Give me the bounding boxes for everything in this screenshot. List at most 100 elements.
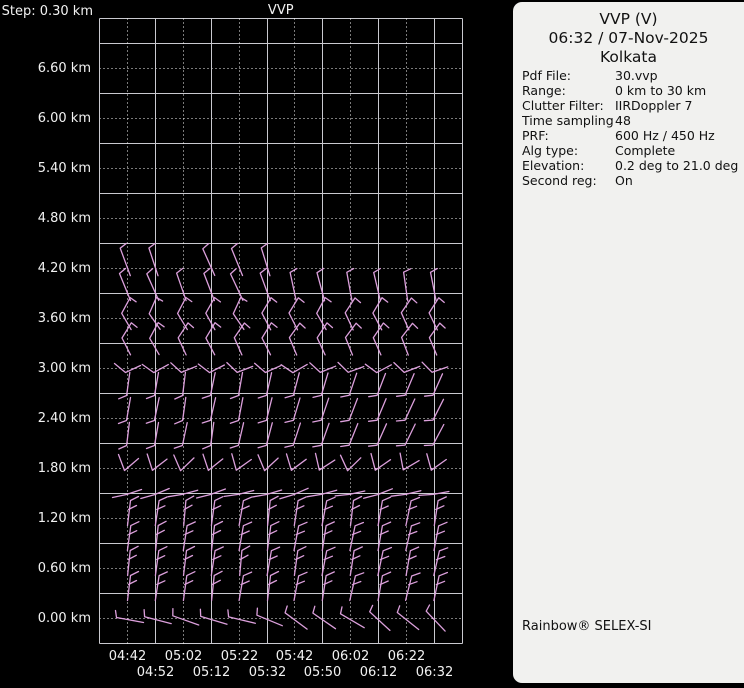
wind-barb <box>210 520 224 552</box>
wind-barb <box>182 571 196 602</box>
wind-barb <box>405 546 420 577</box>
info-value: 48 <box>615 113 631 128</box>
wind-barb <box>423 373 444 397</box>
wind-barb <box>154 520 167 552</box>
wind-barb <box>203 267 216 302</box>
wind-barb <box>316 267 326 302</box>
wind-barb <box>377 571 392 602</box>
wind-barb <box>349 546 363 577</box>
wind-barb <box>321 496 336 527</box>
wind-barb <box>377 521 392 552</box>
wind-barb <box>284 605 308 630</box>
wind-barb <box>349 572 365 602</box>
wind-barb <box>395 373 415 397</box>
wind-barb <box>433 547 449 577</box>
x-axis-label: 05:50 <box>304 665 341 680</box>
wind-barb <box>227 609 256 624</box>
wind-barb <box>175 267 187 302</box>
wind-barb <box>231 453 252 471</box>
site-name: Kolkata <box>600 48 657 66</box>
info-value: 600 Hz / 450 Hz <box>615 128 715 143</box>
wind-barb <box>349 521 365 552</box>
wind-barb <box>280 363 308 374</box>
wind-barb <box>118 421 131 450</box>
wind-barb <box>293 546 307 577</box>
wind-barb <box>182 545 196 577</box>
wind-barb <box>433 571 449 602</box>
info-label: Second reg: <box>522 173 597 188</box>
product-timestamp: 06:32 / 07-Nov-2025 <box>548 29 709 47</box>
step-label: Step: 0.30 km <box>2 4 93 19</box>
wind-barb <box>289 267 298 302</box>
info-label: Range: <box>522 83 566 98</box>
product-info-panel: VVP (V) 06:32 / 07-Nov-2025 Kolkata Pdf … <box>513 2 744 683</box>
wind-barb <box>293 571 308 602</box>
wind-barb <box>293 521 308 552</box>
x-axis-label: 05:22 <box>221 649 258 664</box>
wind-barb <box>154 571 168 602</box>
wind-barb <box>266 521 280 552</box>
wind-barb <box>199 608 228 625</box>
wind-barb <box>396 605 420 631</box>
wind-barb <box>321 571 335 602</box>
y-axis-label: 4.80 km <box>38 211 91 226</box>
wind-barb <box>373 267 382 302</box>
x-axis-label: 05:32 <box>249 665 286 680</box>
wind-barb <box>428 322 446 356</box>
wind-barb <box>405 522 421 552</box>
wind-barb <box>321 546 336 577</box>
wind-barb <box>312 397 330 423</box>
wind-barb <box>312 605 337 630</box>
info-value: 30.vvp <box>615 68 658 83</box>
info-value: 0 km to 30 km <box>615 83 707 98</box>
x-axis-label: 04:52 <box>137 665 174 680</box>
wind-barb <box>321 521 335 552</box>
wind-barb <box>229 422 245 449</box>
wind-barb <box>202 421 215 450</box>
wind-barb <box>377 496 392 527</box>
info-label: Time sampling: <box>522 113 615 128</box>
wind-barb <box>238 571 253 602</box>
wind-barb <box>146 453 168 471</box>
wind-barb <box>423 398 445 422</box>
wind-barb <box>346 267 355 302</box>
y-axis-label: 0.00 km <box>38 611 91 626</box>
wind-barb <box>339 606 365 629</box>
wind-barb <box>145 371 160 400</box>
wind-barb <box>256 607 283 627</box>
wind-barb <box>293 496 307 527</box>
y-axis-label: 0.60 km <box>38 561 91 576</box>
product-title: VVP (V) <box>599 10 658 28</box>
wind-barb <box>210 496 224 527</box>
x-axis-label: 06:02 <box>332 649 369 664</box>
wind-barb <box>367 398 387 422</box>
wind-barb <box>426 453 447 471</box>
wind-barb <box>367 423 388 447</box>
info-value: 0.2 deg to 21.0 deg <box>615 158 739 173</box>
wind-barb <box>400 322 419 356</box>
wind-barb <box>402 268 412 302</box>
x-axis-label: 05:42 <box>276 649 313 664</box>
info-label: Elevation: <box>522 158 585 173</box>
info-value: Complete <box>615 143 676 158</box>
wind-barb <box>149 321 165 356</box>
y-axis-label: 2.40 km <box>38 411 91 426</box>
wind-barb <box>266 495 279 527</box>
wind-barb <box>118 371 131 400</box>
wind-barb <box>154 546 168 577</box>
y-axis-label: 1.80 km <box>38 461 91 476</box>
y-axis-label: 4.20 km <box>38 261 91 276</box>
wind-barb <box>201 397 217 424</box>
wind-barb <box>369 604 391 632</box>
y-axis-label: 6.00 km <box>38 111 91 126</box>
wind-barb <box>126 495 140 527</box>
wind-barb <box>314 452 336 471</box>
wind-barb <box>126 570 140 602</box>
wind-barb <box>340 397 359 423</box>
wind-barb <box>257 454 279 472</box>
wind-barb <box>201 371 216 399</box>
wind-barb <box>433 521 448 552</box>
x-axis-label: 06:32 <box>416 665 453 680</box>
x-axis-label: 05:12 <box>193 665 230 680</box>
wind-barb <box>174 396 187 425</box>
